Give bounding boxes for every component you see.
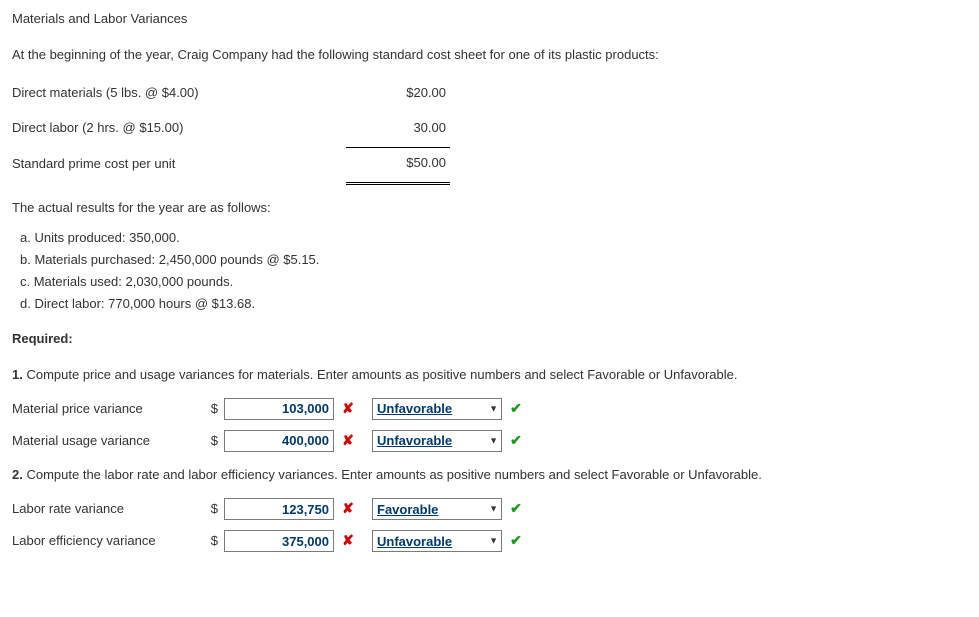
- answer-row-material-usage: Material usage variance $ ✘ Unfavorable …: [12, 430, 967, 452]
- dollar-sign: $: [208, 532, 218, 550]
- favorability-select[interactable]: Unfavorable: [372, 530, 502, 552]
- question-1: 1. Compute price and usage variances for…: [12, 366, 967, 384]
- favorability-select[interactable]: Favorable: [372, 498, 502, 520]
- answer-label: Material price variance: [12, 400, 202, 418]
- answer-row-labor-efficiency: Labor efficiency variance $ ✘ Unfavorabl…: [12, 530, 967, 552]
- answer-row-labor-rate: Labor rate variance $ ✘ Favorable ▼ ✔: [12, 498, 967, 520]
- intro-text: At the beginning of the year, Craig Comp…: [12, 46, 967, 64]
- answer-label: Labor efficiency variance: [12, 532, 202, 550]
- favorability-select[interactable]: Unfavorable: [372, 398, 502, 420]
- list-item: b. Materials purchased: 2,450,000 pounds…: [20, 249, 967, 271]
- select-wrap: Unfavorable ▼: [372, 430, 502, 452]
- question-text: Compute price and usage variances for ma…: [26, 367, 737, 382]
- dollar-sign: $: [208, 400, 218, 418]
- cost-amount: $50.00: [346, 147, 450, 183]
- select-wrap: Favorable ▼: [372, 498, 502, 520]
- question-2: 2. Compute the labor rate and labor effi…: [12, 466, 967, 484]
- wrong-mark-icon: ✘: [340, 399, 356, 419]
- wrong-mark-icon: ✘: [340, 531, 356, 551]
- cost-label: Direct materials (5 lbs. @ $4.00): [12, 78, 346, 112]
- answer-label: Labor rate variance: [12, 500, 202, 518]
- cost-amount: 30.00: [346, 113, 450, 148]
- answer-label: Material usage variance: [12, 432, 202, 450]
- dollar-sign: $: [208, 432, 218, 450]
- table-row: Direct materials (5 lbs. @ $4.00) $20.00: [12, 78, 450, 112]
- page-title: Materials and Labor Variances: [12, 10, 967, 28]
- wrong-mark-icon: ✘: [340, 499, 356, 519]
- select-wrap: Unfavorable ▼: [372, 398, 502, 420]
- results-list: a. Units produced: 350,000. b. Materials…: [20, 227, 967, 315]
- table-row: Standard prime cost per unit $50.00: [12, 147, 450, 183]
- correct-mark-icon: ✔: [508, 431, 524, 451]
- question-text: Compute the labor rate and labor efficie…: [26, 467, 761, 482]
- amount-input[interactable]: [224, 398, 334, 420]
- amount-input[interactable]: [224, 530, 334, 552]
- select-wrap: Unfavorable ▼: [372, 530, 502, 552]
- cost-sheet-table: Direct materials (5 lbs. @ $4.00) $20.00…: [12, 78, 450, 185]
- list-item: c. Materials used: 2,030,000 pounds.: [20, 271, 967, 293]
- amount-input[interactable]: [224, 430, 334, 452]
- table-row: Direct labor (2 hrs. @ $15.00) 30.00: [12, 113, 450, 148]
- correct-mark-icon: ✔: [508, 399, 524, 419]
- required-heading: Required:: [12, 330, 967, 348]
- results-intro: The actual results for the year are as f…: [12, 199, 967, 217]
- dollar-sign: $: [208, 500, 218, 518]
- wrong-mark-icon: ✘: [340, 431, 356, 451]
- list-item: d. Direct labor: 770,000 hours @ $13.68.: [20, 293, 967, 315]
- answer-row-material-price: Material price variance $ ✘ Unfavorable …: [12, 398, 967, 420]
- question-number: 1.: [12, 367, 23, 382]
- list-item: a. Units produced: 350,000.: [20, 227, 967, 249]
- cost-label: Standard prime cost per unit: [12, 147, 346, 183]
- correct-mark-icon: ✔: [508, 499, 524, 519]
- favorability-select[interactable]: Unfavorable: [372, 430, 502, 452]
- correct-mark-icon: ✔: [508, 531, 524, 551]
- cost-amount: $20.00: [346, 78, 450, 112]
- question-number: 2.: [12, 467, 23, 482]
- amount-input[interactable]: [224, 498, 334, 520]
- cost-label: Direct labor (2 hrs. @ $15.00): [12, 113, 346, 148]
